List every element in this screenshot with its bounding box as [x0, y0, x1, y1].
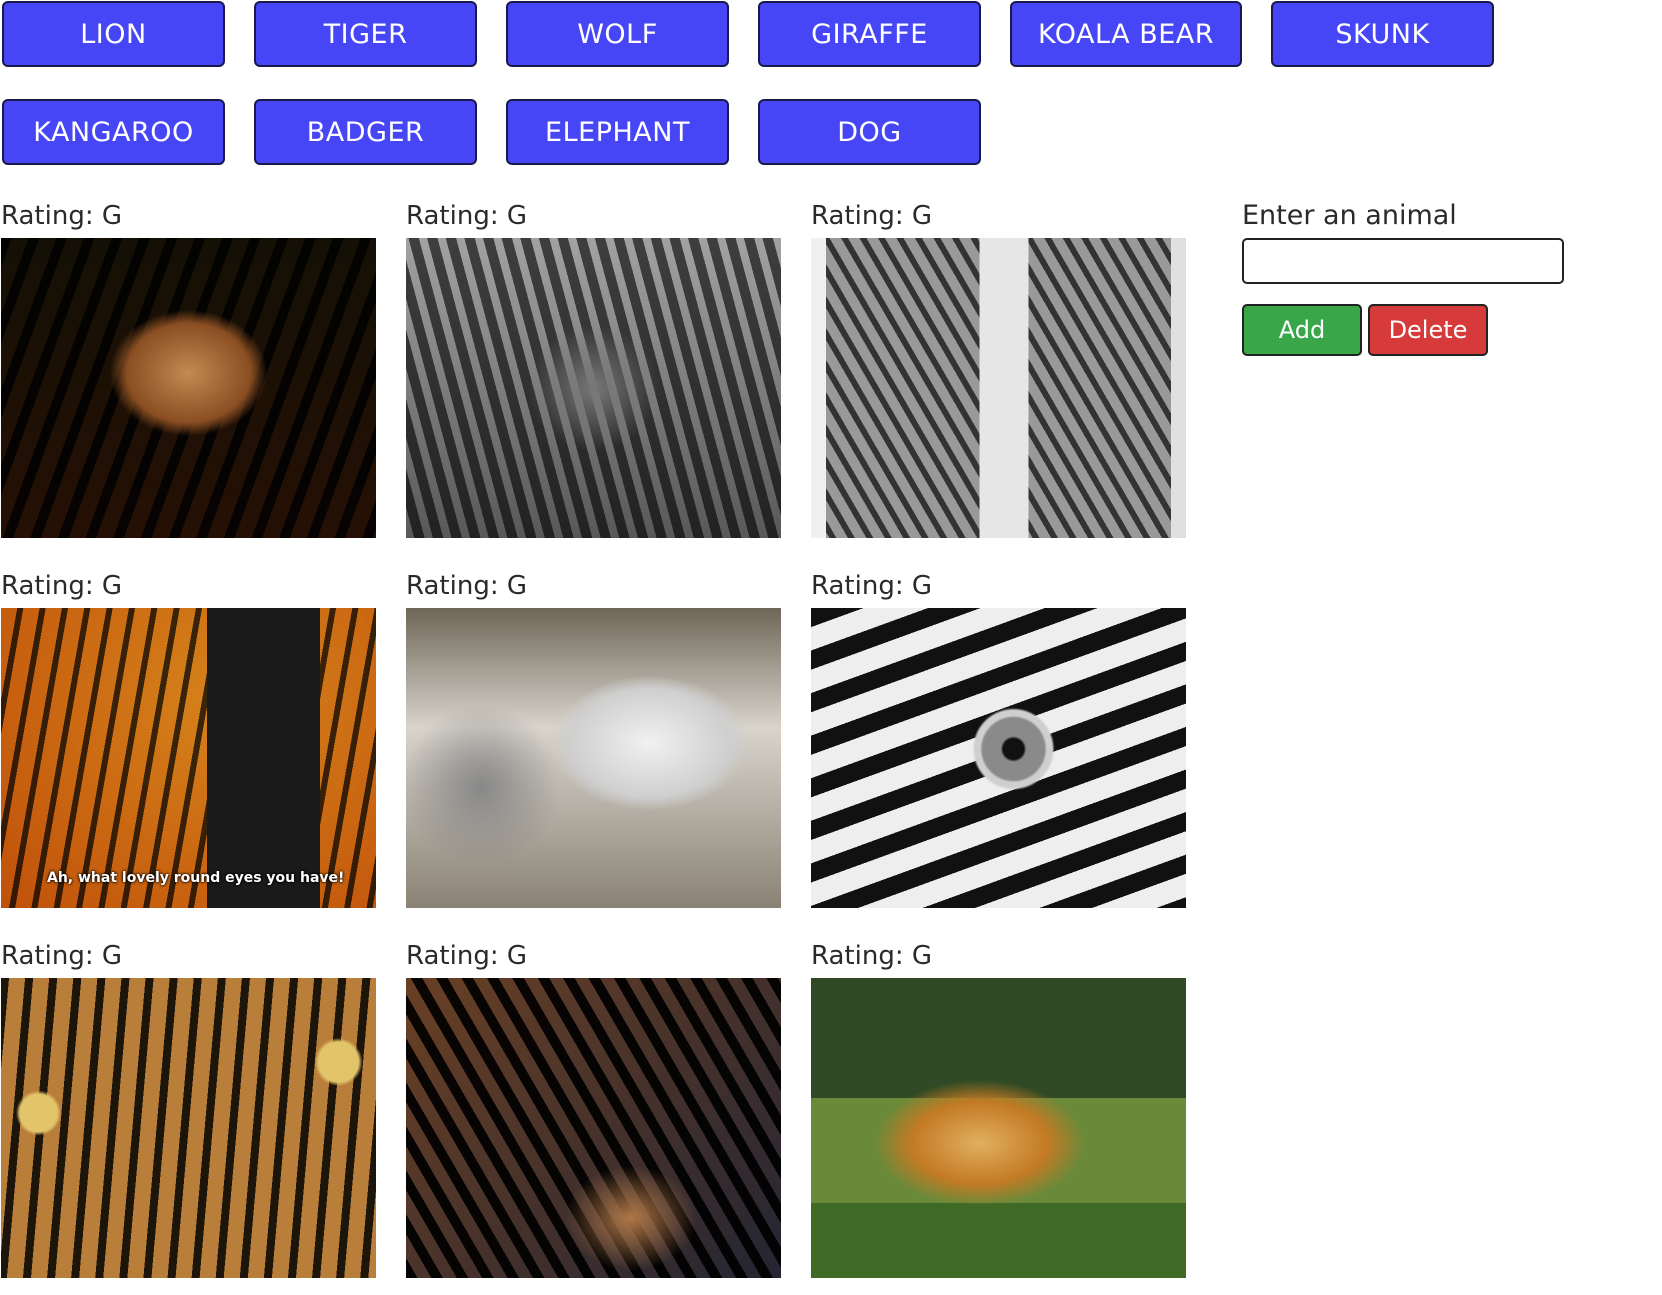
gif-rating: Rating: G — [406, 201, 527, 231]
gif-rating: Rating: G — [1, 941, 122, 971]
animal-button-lion[interactable]: LION — [2, 1, 225, 67]
animal-button-koala-bear[interactable]: KOALA BEAR — [1010, 1, 1243, 67]
animal-button-skunk[interactable]: SKUNK — [1271, 1, 1495, 67]
gif-image[interactable] — [1, 978, 376, 1278]
gif-rating: Rating: G — [811, 201, 932, 231]
animal-input[interactable] — [1242, 238, 1564, 284]
gif-rating: Rating: G — [1, 201, 122, 231]
gif-rating: Rating: G — [811, 571, 932, 601]
animal-button-dog[interactable]: DOG — [758, 99, 981, 165]
animal-button-tiger[interactable]: TIGER — [254, 1, 477, 67]
gif-image[interactable] — [811, 608, 1186, 908]
gif-image[interactable] — [406, 978, 781, 1278]
animal-input-label: Enter an animal — [1242, 200, 1457, 231]
gif-image[interactable] — [406, 238, 781, 538]
animal-button-kangaroo[interactable]: KANGAROO — [2, 99, 225, 165]
animal-button-row-2: KANGAROO BADGER ELEPHANT DOG — [2, 99, 981, 165]
gif-card: Rating: G — [811, 936, 1186, 1278]
animal-button-badger[interactable]: BADGER — [254, 99, 477, 165]
animal-button-giraffe[interactable]: GIRAFFE — [758, 1, 981, 67]
gif-card: Rating: G — [406, 566, 781, 908]
form-buttons: Add Delete — [1242, 304, 1662, 356]
gif-rating: Rating: G — [1, 571, 122, 601]
gif-card: Rating: G — [406, 196, 781, 538]
gif-rating: Rating: G — [811, 941, 932, 971]
gif-card: Rating: G — [811, 566, 1186, 908]
add-button[interactable]: Add — [1242, 304, 1362, 356]
gif-image[interactable]: Ah, what lovely round eyes you have! — [1, 608, 376, 908]
gif-card: Rating: G Ah, what lovely round eyes you… — [1, 566, 376, 908]
gif-image[interactable] — [406, 608, 781, 908]
gif-image[interactable] — [811, 978, 1186, 1278]
animal-button-row-1: LION TIGER WOLF GIRAFFE KOALA BEAR SKUNK — [2, 1, 1495, 67]
gif-rating: Rating: G — [406, 941, 527, 971]
animal-button-wolf[interactable]: WOLF — [506, 1, 729, 67]
gif-grid: Rating: G Rating: G Rating: G Rating: G … — [1, 196, 1186, 1278]
gif-card: Rating: G — [406, 936, 781, 1278]
gif-card: Rating: G — [1, 936, 376, 1278]
gif-caption: Ah, what lovely round eyes you have! — [47, 870, 345, 886]
gif-rating: Rating: G — [406, 571, 527, 601]
gif-image[interactable] — [811, 238, 1186, 538]
gif-card: Rating: G — [1, 196, 376, 538]
add-animal-form: Enter an animal Add Delete — [1242, 196, 1662, 356]
gif-card: Rating: G — [811, 196, 1186, 538]
animal-button-elephant[interactable]: ELEPHANT — [506, 99, 729, 165]
page: LION TIGER WOLF GIRAFFE KOALA BEAR SKUNK… — [0, 0, 1662, 1295]
delete-button[interactable]: Delete — [1368, 304, 1488, 356]
gif-image[interactable] — [1, 238, 376, 538]
